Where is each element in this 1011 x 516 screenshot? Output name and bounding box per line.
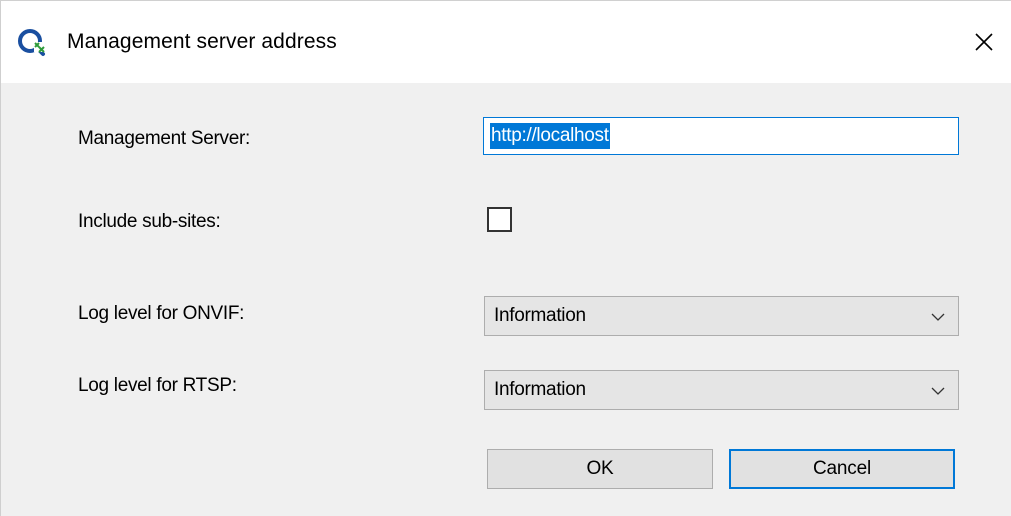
cancel-button[interactable]: Cancel	[729, 449, 955, 489]
rtsp-log-level-label: Log level for RTSP:	[78, 375, 237, 396]
onvif-log-level-select[interactable]: Information	[484, 296, 959, 336]
onvif-log-level-value: Information	[494, 305, 586, 326]
chevron-down-icon	[931, 313, 945, 321]
rtsp-log-level-value: Information	[494, 379, 586, 400]
include-subsites-label: Include sub-sites:	[78, 211, 221, 232]
management-server-dialog: Management server address Management Ser…	[0, 0, 1011, 516]
ok-button[interactable]: OK	[487, 449, 713, 489]
close-icon	[975, 33, 993, 51]
title-bar: Management server address	[1, 1, 1011, 83]
management-server-input[interactable]: http://localhost	[483, 117, 959, 155]
chevron-down-icon	[931, 387, 945, 395]
close-button[interactable]	[956, 1, 1011, 83]
include-subsites-checkbox[interactable]	[487, 207, 512, 232]
rtsp-log-level-select[interactable]: Information	[484, 370, 959, 410]
management-server-label: Management Server:	[78, 128, 251, 149]
app-icon	[17, 27, 47, 57]
onvif-log-level-label: Log level for ONVIF:	[78, 303, 245, 324]
window-title: Management server address	[67, 30, 337, 53]
management-server-value: http://localhost	[490, 123, 610, 149]
